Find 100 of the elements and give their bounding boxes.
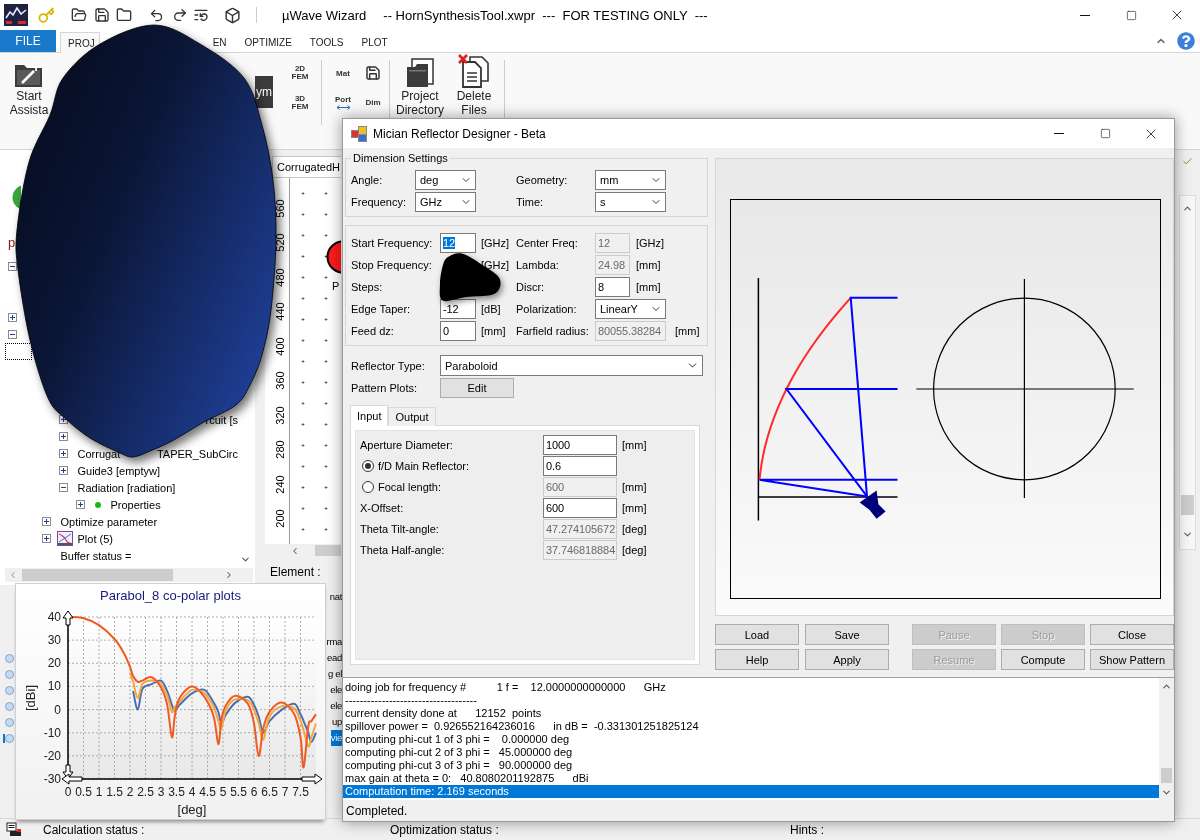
input-field[interactable]: 12 [440, 233, 476, 253]
status-text: Completed. [346, 803, 408, 818]
dialog-button[interactable]: Apply [805, 649, 889, 670]
list-icon[interactable] [3, 733, 14, 743]
ribbon-button[interactable]: Start Assista [5, 54, 53, 117]
list-item[interactable]: ead [327, 650, 342, 666]
tree-toggle[interactable] [7, 262, 17, 271]
ribbon-button[interactable]: Dim [365, 98, 381, 107]
tree-toggle[interactable] [58, 466, 68, 475]
scrollbar-thumb[interactable] [1161, 768, 1172, 783]
fem-button[interactable]: 2D FEM [291, 65, 309, 81]
save-icon[interactable] [94, 7, 110, 23]
log-line[interactable]: current density done at 12152 points [343, 707, 1159, 720]
ribbon-tab[interactable]: EN [212, 34, 236, 50]
list-item[interactable]: up [332, 714, 342, 730]
tree-toggle[interactable] [75, 500, 85, 509]
document-tab[interactable]: CorrugatedH [272, 156, 341, 177]
log-line[interactable]: doing job for frequency # 1 f = 12.0000000000000 GHz [343, 681, 1159, 694]
tree-toggle[interactable] [7, 330, 17, 339]
chevron-right-icon[interactable] [224, 570, 234, 580]
scroll-down-icon[interactable] [240, 554, 251, 565]
list-item[interactable]: ele [330, 698, 342, 714]
dropdown[interactable]: GHz [415, 192, 476, 212]
tree-toggle[interactable] [58, 483, 68, 492]
tab[interactable]: Output [388, 407, 436, 426]
log-line[interactable]: max gain at theta = 0: 40.8080201192875 dBi [343, 772, 1159, 785]
tree-toggle[interactable] [58, 432, 68, 441]
log-line[interactable]: spillover power = 0.926552164236016 in dB = -0.331301251825124 [343, 720, 1159, 733]
input-field[interactable]: 0.6 [543, 455, 617, 476]
dialog-button[interactable]: Help [715, 649, 799, 670]
tool-tile[interactable]: ym [255, 76, 273, 108]
dialog-button[interactable]: Show Pattern [1090, 649, 1174, 670]
tree-item[interactable]: Optimize parameter [60, 515, 158, 528]
undo-icon[interactable] [149, 7, 164, 23]
chevron-left-icon[interactable] [290, 545, 300, 556]
scrollbar-thumb[interactable] [315, 545, 341, 556]
scrollbar-thumb[interactable] [22, 569, 173, 581]
help-icon[interactable] [1177, 32, 1195, 50]
app-logo[interactable] [4, 4, 28, 26]
tab[interactable]: Input [350, 405, 389, 426]
list-item[interactable]: vie [330, 730, 342, 746]
folder-open-icon[interactable] [71, 7, 87, 23]
chevron-down-icon[interactable] [1161, 787, 1172, 798]
minimize-icon [1080, 14, 1090, 16]
log-line[interactable]: computing phi-cut 3 of 3 phi = 90.000000 deg [343, 759, 1159, 772]
vertical-scrollbar[interactable] [1179, 195, 1196, 550]
edit-button[interactable]: Edit [440, 378, 514, 398]
ribbon-tab[interactable]: TOOLS [300, 34, 353, 50]
ribbon-tab[interactable]: PROJ [60, 32, 100, 53]
fem-button[interactable]: 3D FEM [291, 95, 309, 111]
folder-icon[interactable] [116, 7, 132, 23]
log-line[interactable]: ------------------------------------ [343, 694, 1159, 707]
field-label: Theta Half-angle: [360, 543, 445, 556]
dialog-button[interactable]: Save [805, 624, 889, 645]
chevron-down-icon[interactable] [1182, 529, 1193, 540]
file-tab[interactable]: FILE [0, 30, 56, 52]
ribbon-tab[interactable]: OPTIMIZE [235, 34, 301, 50]
tree-item[interactable]: Properties [110, 498, 161, 511]
tree-toggle[interactable] [41, 517, 51, 526]
ribbon-button[interactable]: Mat [334, 68, 352, 78]
tree-toggle[interactable] [7, 313, 17, 322]
check-icon[interactable] [1182, 156, 1193, 167]
dropdown[interactable]: Paraboloid [440, 355, 703, 376]
save-icon[interactable] [365, 65, 381, 81]
tree-item[interactable]: Corrugat [77, 447, 121, 460]
dialog-button[interactable]: Close [1090, 624, 1174, 645]
dropdown[interactable]: s [595, 192, 666, 212]
dropdown[interactable]: deg [415, 170, 476, 190]
tree-item[interactable]: Buffer status = [60, 549, 132, 562]
input-field[interactable]: -12 [440, 299, 476, 319]
list-arrow-icon[interactable] [193, 7, 209, 23]
ribbon-button[interactable]: Port [334, 95, 352, 110]
vertical-scrollbar[interactable] [1159, 678, 1174, 800]
tree-item[interactable]: Plot (5) [77, 532, 113, 545]
radio-button[interactable] [362, 459, 374, 472]
input-field[interactable]: 600 [543, 497, 617, 518]
list-item[interactable]: g el [327, 666, 342, 682]
list-item[interactable]: ele [330, 682, 342, 698]
ribbon-tab[interactable]: PLOT [352, 34, 397, 50]
dialog-button[interactable]: Load [715, 624, 799, 645]
tree-item[interactable]: Radiation [radiation] [77, 481, 176, 494]
input-field[interactable]: 8 [595, 277, 630, 297]
ribbon-button[interactable]: Project Directory [395, 54, 445, 117]
dropdown[interactable]: mm [595, 170, 666, 190]
tree-toggle[interactable] [58, 449, 68, 458]
circuit-node[interactable] [326, 240, 341, 274]
input-field[interactable]: 0 [440, 321, 476, 341]
log-line[interactable]: computing phi-cut 1 of 3 phi = 0.000000 deg [343, 733, 1159, 746]
dropdown[interactable]: LinearY [595, 299, 666, 319]
dialog-button[interactable]: Compute [1001, 649, 1085, 670]
ribbon-button[interactable]: Delete Files [453, 54, 495, 117]
tree-toggle[interactable] [41, 534, 51, 543]
tree-item[interactable]: Guide3 [emptyw] [77, 464, 161, 477]
tree-item[interactable]: TAPER_SubCirc [156, 447, 238, 460]
log-line[interactable]: computing phi-cut 2 of 3 phi = 45.000000 deg [343, 746, 1159, 759]
cube-icon[interactable] [224, 6, 241, 24]
scrollbar-thumb[interactable] [1181, 495, 1194, 515]
input-field[interactable]: 1000 [543, 434, 617, 455]
horizontal-scrollbar[interactable] [5, 568, 253, 582]
redo-icon[interactable] [172, 7, 188, 23]
